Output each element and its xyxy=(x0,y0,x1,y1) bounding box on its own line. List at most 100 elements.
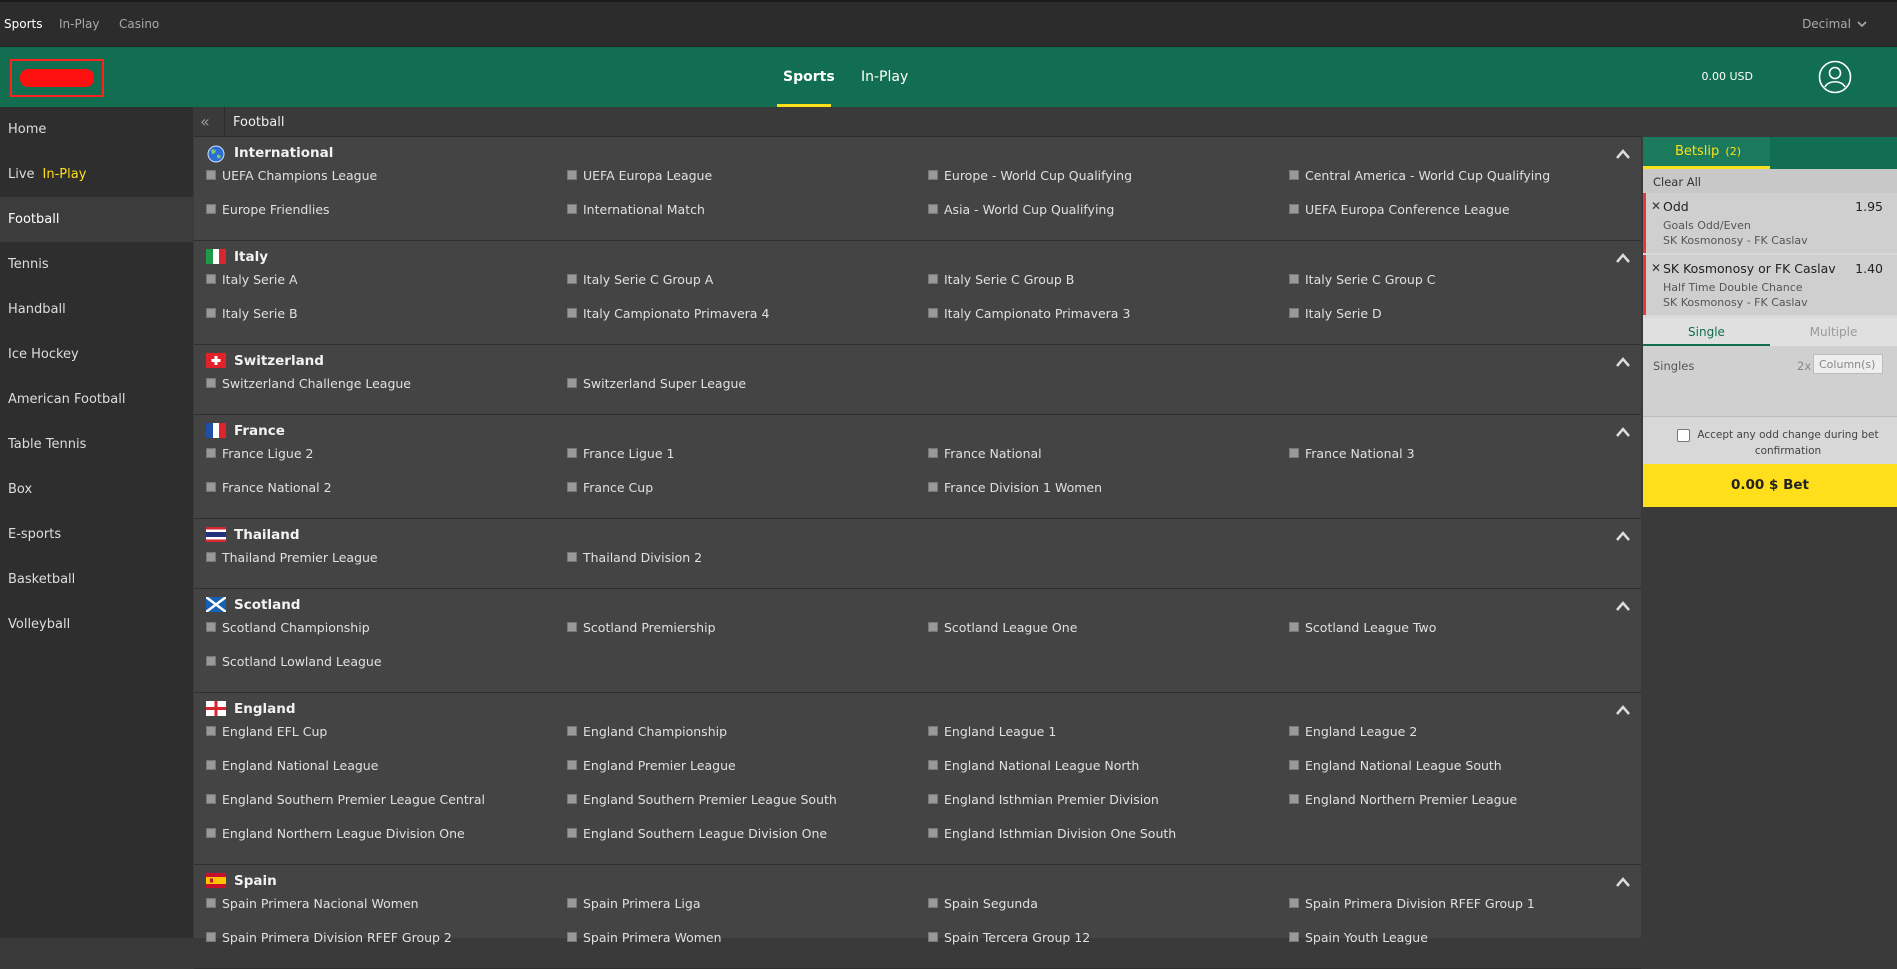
league-checkbox[interactable] xyxy=(1289,760,1299,770)
league-checkbox[interactable] xyxy=(206,622,216,632)
top-link-casino[interactable]: Casino xyxy=(119,17,159,31)
sidebar-item-ice-hockey[interactable]: Ice Hockey xyxy=(0,332,193,377)
clear-all-button[interactable]: Clear All xyxy=(1643,169,1897,193)
chevron-up-icon[interactable] xyxy=(1615,873,1631,887)
league-checkbox[interactable] xyxy=(928,828,938,838)
league-checkbox[interactable] xyxy=(1289,794,1299,804)
header-nav-in-play[interactable]: In-Play xyxy=(861,69,908,85)
sidebar-item-box[interactable]: Box xyxy=(0,467,193,512)
league-checkbox[interactable] xyxy=(1289,170,1299,180)
league-checkbox[interactable] xyxy=(928,622,938,632)
league-checkbox[interactable] xyxy=(1289,898,1299,908)
league-checkbox[interactable] xyxy=(928,726,938,736)
chevron-up-icon[interactable] xyxy=(1615,597,1631,611)
league-checkbox[interactable] xyxy=(206,378,216,388)
chevron-up-icon[interactable] xyxy=(1615,145,1631,159)
chevron-up-icon[interactable] xyxy=(1615,423,1631,437)
league-checkbox[interactable] xyxy=(567,552,577,562)
selection-match: SK Kosmonosy - FK Caslav xyxy=(1663,234,1808,247)
league-checkbox[interactable] xyxy=(206,308,216,318)
spain-flag-icon xyxy=(206,873,226,888)
league-label: Italy Serie A xyxy=(222,272,298,287)
league-checkbox[interactable] xyxy=(928,274,938,284)
place-bet-button[interactable]: 0.00 $ Bet xyxy=(1643,464,1897,507)
league-checkbox[interactable] xyxy=(206,204,216,214)
league-label: England Southern Premier League South xyxy=(583,792,837,807)
chevron-up-icon[interactable] xyxy=(1615,249,1631,263)
league-checkbox[interactable] xyxy=(928,760,938,770)
league-checkbox[interactable] xyxy=(1289,204,1299,214)
odds-format-select[interactable]: Decimal xyxy=(1802,17,1867,31)
league-checkbox[interactable] xyxy=(1289,726,1299,736)
collapse-sidebar-icon[interactable]: « xyxy=(200,112,210,131)
tab-betslip[interactable]: Betslip (2) xyxy=(1643,137,1770,169)
league-checkbox[interactable] xyxy=(1289,932,1299,942)
chevron-up-icon[interactable] xyxy=(1615,353,1631,367)
league-checkbox[interactable] xyxy=(206,726,216,736)
user-account-icon[interactable] xyxy=(1818,60,1852,94)
league-checkbox[interactable] xyxy=(567,170,577,180)
league-checkbox[interactable] xyxy=(567,448,577,458)
league-checkbox[interactable] xyxy=(206,932,216,942)
league-checkbox[interactable] xyxy=(928,898,938,908)
sidebar-item-tennis[interactable]: Tennis xyxy=(0,242,193,287)
site-logo[interactable] xyxy=(10,59,104,97)
accept-odds-checkbox[interactable] xyxy=(1677,429,1690,442)
remove-selection-icon[interactable]: ✕ xyxy=(1651,199,1661,213)
league-checkbox[interactable] xyxy=(567,760,577,770)
league-checkbox[interactable] xyxy=(928,448,938,458)
league-checkbox[interactable] xyxy=(206,448,216,458)
league-checkbox[interactable] xyxy=(567,898,577,908)
league-checkbox[interactable] xyxy=(206,898,216,908)
league-checkbox[interactable] xyxy=(567,308,577,318)
league-checkbox[interactable] xyxy=(928,204,938,214)
league-checkbox[interactable] xyxy=(567,932,577,942)
league-checkbox[interactable] xyxy=(928,170,938,180)
league-checkbox[interactable] xyxy=(928,794,938,804)
league-checkbox[interactable] xyxy=(567,482,577,492)
sidebar-item-handball[interactable]: Handball xyxy=(0,287,193,332)
league-checkbox[interactable] xyxy=(567,622,577,632)
league-checkbox[interactable] xyxy=(567,794,577,804)
league-checkbox[interactable] xyxy=(928,308,938,318)
sidebar-item-american-football[interactable]: American Football xyxy=(0,377,193,422)
league-checkbox[interactable] xyxy=(206,170,216,180)
league-checkbox[interactable] xyxy=(928,482,938,492)
account-balance[interactable]: 0.00 USD xyxy=(1702,70,1754,83)
header-nav-sports[interactable]: Sports xyxy=(783,69,835,85)
league-checkbox[interactable] xyxy=(567,726,577,736)
chevron-up-icon[interactable] xyxy=(1615,701,1631,715)
top-link-in-play[interactable]: In-Play xyxy=(59,17,100,31)
league-checkbox[interactable] xyxy=(1289,274,1299,284)
league-checkbox[interactable] xyxy=(1289,308,1299,318)
sidebar-item-home[interactable]: Home xyxy=(0,107,193,152)
stake-input[interactable]: Column(s) xyxy=(1813,354,1883,374)
sidebar-item-table-tennis[interactable]: Table Tennis xyxy=(0,422,193,467)
top-link-sports[interactable]: Sports xyxy=(4,17,42,31)
league-checkbox[interactable] xyxy=(206,274,216,284)
league-checkbox[interactable] xyxy=(206,794,216,804)
league-checkbox[interactable] xyxy=(567,204,577,214)
sidebar-item-e-sports[interactable]: E-sports xyxy=(0,512,193,557)
league-checkbox[interactable] xyxy=(567,378,577,388)
sidebar-item-live[interactable]: Live In-Play xyxy=(0,152,193,197)
league-checkbox[interactable] xyxy=(206,828,216,838)
chevron-up-icon[interactable] xyxy=(1615,527,1631,541)
sidebar-item-basketball[interactable]: Basketball xyxy=(0,557,193,602)
sidebar-item-volleyball[interactable]: Volleyball xyxy=(0,602,193,647)
tab-multiple[interactable]: Multiple xyxy=(1770,325,1897,339)
league-checkbox[interactable] xyxy=(928,932,938,942)
league-checkbox[interactable] xyxy=(206,656,216,666)
league-checkbox[interactable] xyxy=(206,552,216,562)
league-checkbox[interactable] xyxy=(567,828,577,838)
league-checkbox[interactable] xyxy=(567,274,577,284)
sidebar-item-label: Basketball xyxy=(8,572,76,587)
league-checkbox[interactable] xyxy=(1289,622,1299,632)
tab-single[interactable]: Single xyxy=(1643,325,1770,346)
league-checkbox[interactable] xyxy=(206,482,216,492)
sidebar-item-label: E-sports xyxy=(8,527,62,542)
remove-selection-icon[interactable]: ✕ xyxy=(1651,261,1661,275)
sidebar-item-football[interactable]: Football xyxy=(0,197,193,242)
league-checkbox[interactable] xyxy=(206,760,216,770)
league-checkbox[interactable] xyxy=(1289,448,1299,458)
